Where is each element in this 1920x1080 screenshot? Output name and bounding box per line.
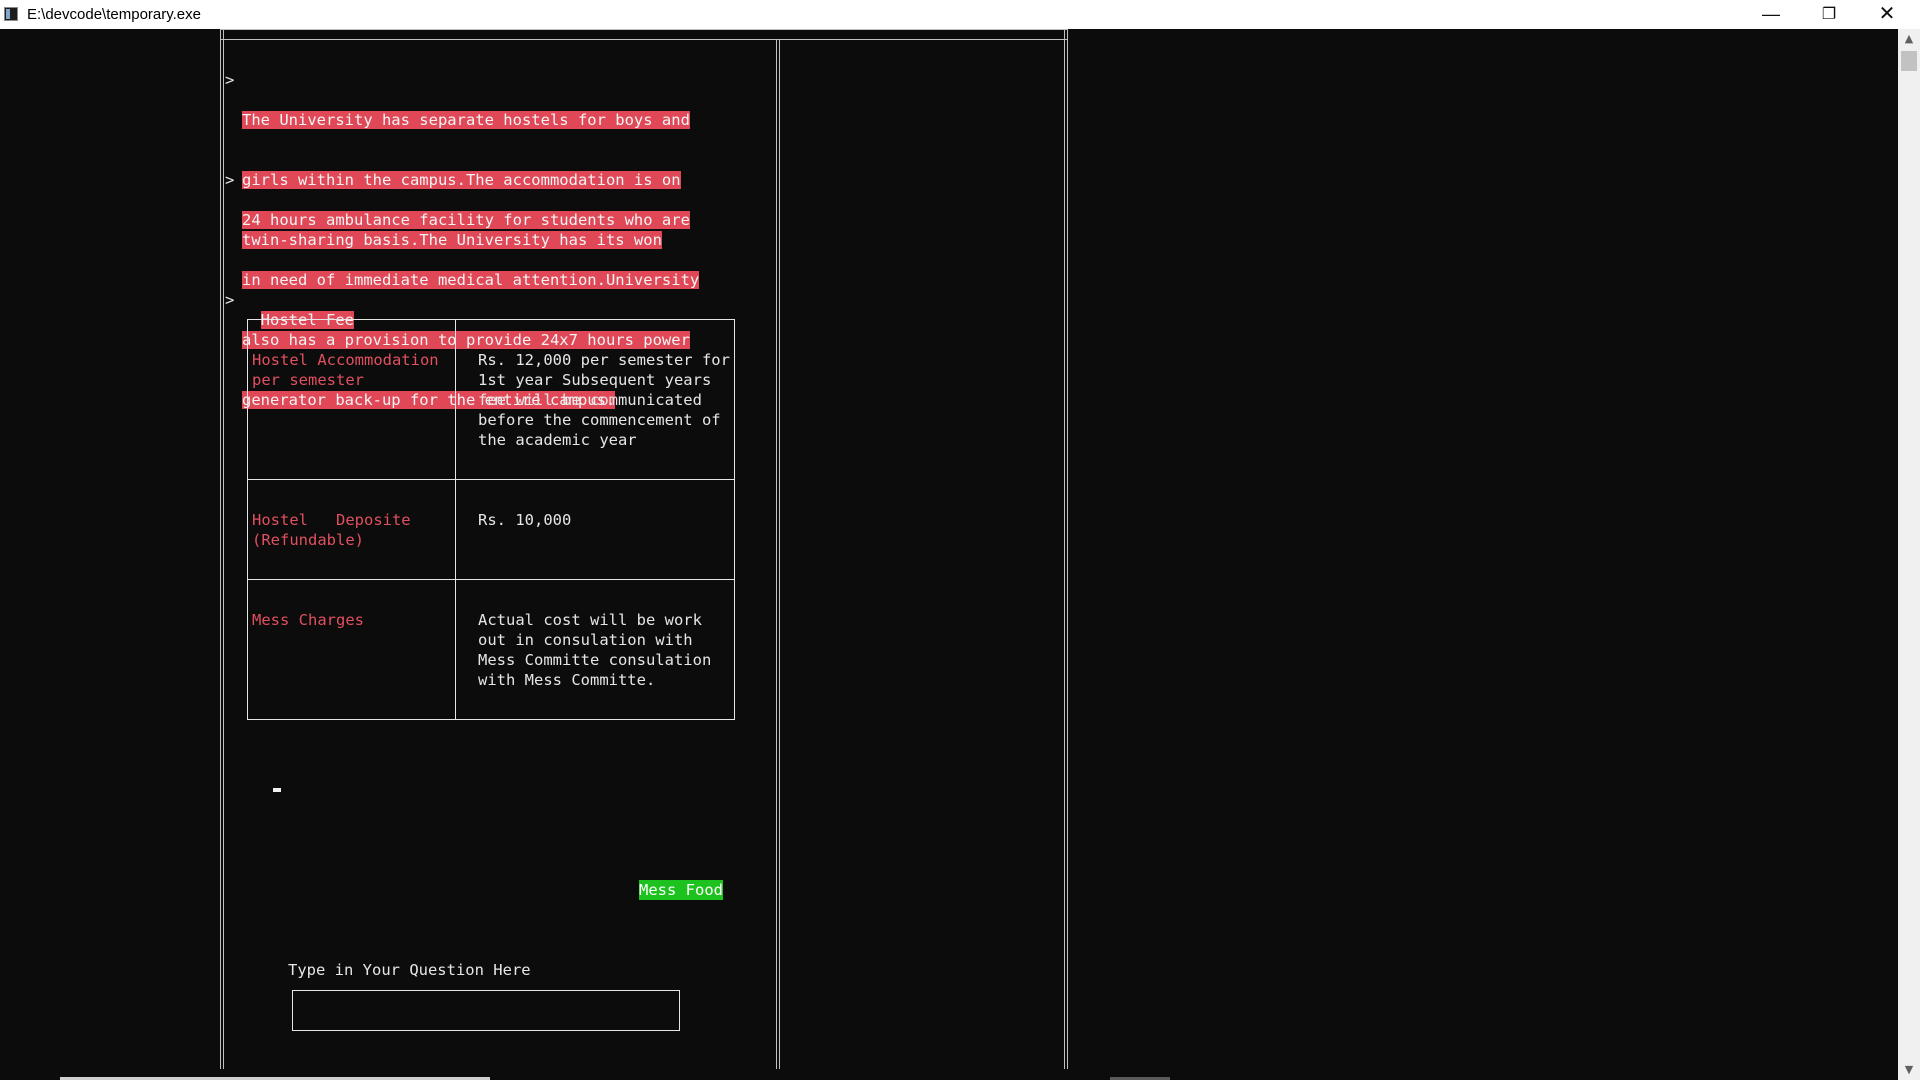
hostel-fee-table: Hostel Accommodation per semester Rs. 12… xyxy=(247,319,735,720)
bullet-arrow: > xyxy=(225,291,235,309)
frame-right-line xyxy=(1064,29,1065,1069)
question-input[interactable] xyxy=(292,990,680,1031)
table-row: Hostel Accommodation per semester Rs. 12… xyxy=(247,319,735,480)
text-cursor xyxy=(273,788,281,792)
close-button[interactable]: ✕ xyxy=(1858,0,1916,29)
mess-food-button[interactable]: Mess Food xyxy=(639,880,723,900)
frame-top-line-inner xyxy=(221,39,1067,40)
minimize-button[interactable]: — xyxy=(1742,0,1800,29)
fee-key-cell: Mess Charges xyxy=(247,579,456,720)
column-divider-line-inner xyxy=(779,39,780,1069)
title-bar: E:\devcode\temporary.exe — ❐ ✕ xyxy=(0,0,1920,29)
bullet-arrow: > xyxy=(225,71,235,89)
fee-key-cell: Hostel Deposite (Refundable) xyxy=(247,479,456,580)
fee-value-cell: Rs. 12,000 per semester for 1st year Sub… xyxy=(455,319,735,480)
question-label: Type in Your Question Here xyxy=(288,961,531,979)
fee-value-cell: Actual cost will be work out in consulat… xyxy=(455,579,735,720)
fee-key-cell: Hostel Accommodation per semester xyxy=(247,319,456,480)
table-row: Mess Charges Actual cost will be work ou… xyxy=(247,579,735,720)
paragraph-line: in need of immediate medical attention.U… xyxy=(242,271,700,289)
paragraph-line: The University has separate hostels for … xyxy=(242,111,690,129)
vertical-scrollbar[interactable]: ▲ ▼ xyxy=(1898,29,1920,1080)
window-title: E:\devcode\temporary.exe xyxy=(27,6,201,23)
console-app-icon xyxy=(4,7,18,21)
bullet-arrow: > xyxy=(225,171,235,189)
frame-left-line-inner xyxy=(223,29,224,1069)
chevron-down-icon[interactable]: ▼ xyxy=(1898,1060,1920,1080)
chevron-up-icon[interactable]: ▲ xyxy=(1898,29,1920,49)
scrollbar-thumb[interactable] xyxy=(1901,51,1917,71)
column-divider-line xyxy=(776,39,777,1069)
fee-value-cell: Rs. 10,000 xyxy=(455,479,735,580)
frame-right-line-inner xyxy=(1067,29,1068,1069)
paragraph-line: 24 hours ambulance facility for students… xyxy=(242,211,690,229)
frame-left-line xyxy=(220,29,221,1069)
frame-top-line xyxy=(221,29,1067,30)
restore-button[interactable]: ❐ xyxy=(1800,0,1858,29)
table-row: Hostel Deposite (Refundable) Rs. 10,000 xyxy=(247,479,735,580)
